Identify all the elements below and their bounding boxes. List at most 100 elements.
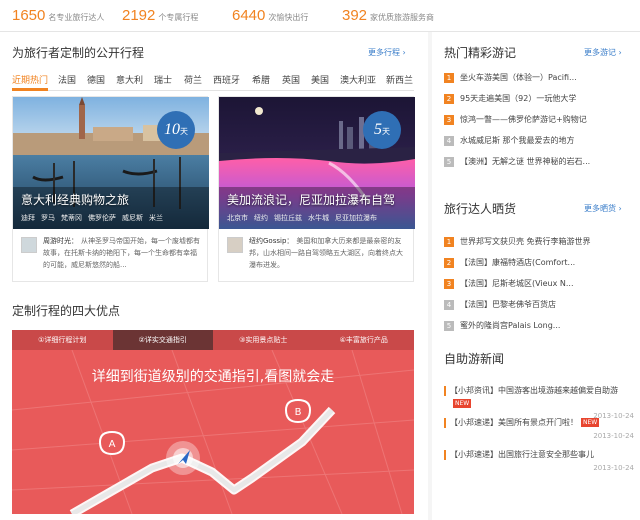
list-item[interactable]: 1 世界邦写文获贝壳 免费行李箱游世界 — [444, 236, 634, 250]
destination-tabs: 近期热门 法国 德国 意大利 瑞士 荷兰 西班牙 希腊 英国 美国 澳大利亚 新… — [12, 70, 414, 90]
marker-b-label: B — [295, 407, 302, 418]
tab-recent-hot[interactable]: 近期热门 — [12, 73, 48, 86]
news-headline: 【小邦速递】美国所有景点开门啦！ — [450, 418, 578, 427]
list-item-text: 蜜外的隆尚宫Palais Long... — [460, 321, 561, 330]
new-badge: NEW — [453, 399, 472, 408]
niagara-photo: 5天 美加流浪记，尼亚加拉瀑布自驾 北京市 纽约 锡拉丘兹 水牛城 尼亚加拉瀑布 — [219, 97, 415, 229]
more-trips-label: 更多行程 — [368, 48, 400, 57]
trip-card-usa[interactable]: 5天 美加流浪记，尼亚加拉瀑布自驾 北京市 纽约 锡拉丘兹 水牛城 尼亚加拉瀑布 纽约G… — [218, 96, 415, 282]
card-tags: 北京市 纽约 锡拉丘兹 水牛城 尼亚加拉瀑布 — [227, 213, 383, 223]
card-title: 意大利经典购物之旅 — [21, 193, 130, 207]
stat-experts: 1650 名专业旅行达人 — [12, 5, 104, 24]
author-name[interactable]: 周游时光： — [43, 237, 78, 245]
tab-france[interactable]: 法国 — [58, 73, 76, 86]
section-title-news: 自助游新闻 — [444, 352, 505, 366]
stat-number: 1650 — [12, 7, 46, 24]
main-column: 为旅行者定制的公开行程 更多行程 › 近期热门 法国 德国 意大利 瑞士 荷兰 … — [0, 32, 428, 520]
stat-number: 2192 — [122, 7, 156, 24]
advantage-tab-products[interactable]: ④丰富旅行产品 — [314, 330, 415, 350]
author-avatar[interactable] — [21, 237, 37, 253]
news-bullet — [444, 418, 446, 428]
rank-number: 4 — [444, 299, 454, 310]
days-number: 5 — [374, 121, 382, 138]
rank-number: 2 — [444, 93, 454, 104]
tab-new-zealand[interactable]: 新西兰 — [386, 73, 413, 86]
tab-uk[interactable]: 英国 — [282, 73, 300, 86]
tabs-divider — [12, 90, 414, 91]
rank-number: 2 — [444, 257, 454, 268]
advantage-tab-tips[interactable]: ③实用景点贴士 — [213, 330, 314, 350]
card-tag: 威尼斯 — [122, 214, 143, 222]
more-reviews-label: 更多游记 — [584, 48, 616, 57]
card-tag: 纽约 — [254, 214, 268, 222]
section-title-hot-reviews: 热门精彩游记 — [444, 46, 517, 60]
list-item[interactable]: 4 【法国】巴黎老佛爷百货店 — [444, 299, 634, 313]
trip-card-italy[interactable]: 10天 意大利经典购物之旅 迪拜 罗马 梵蒂冈 佛罗伦萨 威尼斯 米兰 周游时光： 从神圣罗… — [12, 96, 209, 282]
news-item[interactable]: 【小邦速递】出国旅行注意安全那些事儿 2013-10-24 — [444, 448, 634, 488]
card-title: 美加流浪记，尼亚加拉瀑布自驾 — [227, 193, 396, 207]
news-headline: 【小邦资讯】中国游客出境游越来越偏爱自助游 — [450, 386, 618, 395]
list-item[interactable]: 3 惊鸿一瞥——佛罗伦萨游记+购物记 — [444, 114, 634, 128]
card-tag: 北京市 — [227, 214, 248, 222]
list-item-text: 【法国】巴黎老佛爷百货店 — [460, 300, 556, 309]
list-item[interactable]: 5 蜜外的隆尚宫Palais Long... — [444, 320, 634, 334]
rank-number: 5 — [444, 320, 454, 331]
card-tag: 罗马 — [41, 214, 55, 222]
news-bullet — [444, 386, 446, 396]
news-text: 【小邦资讯】中国游客出境游越来越偏爱自助游 NEW — [450, 384, 634, 410]
author-avatar[interactable] — [227, 237, 243, 253]
stats-bar: 1650 名专业旅行达人 2192 个专属行程 6440 次愉快出行 392 家优质旅游… — [0, 0, 640, 32]
tab-australia[interactable]: 澳大利亚 — [340, 73, 376, 86]
list-item[interactable]: 1 坐火车游美国（体验一）Pacifi... — [444, 72, 634, 86]
more-talents-link[interactable]: 更多晒货 › — [584, 203, 622, 214]
card-tag: 米兰 — [149, 214, 163, 222]
list-item[interactable]: 2 【法国】康福特酒店(Comfort... — [444, 257, 634, 271]
rank-number: 1 — [444, 72, 454, 83]
more-talents-label: 更多晒货 — [584, 204, 616, 213]
sidebar: 热门精彩游记 更多游记 › 1 坐火车游美国（体验一）Pacifi... 2 95天… — [432, 32, 640, 520]
card-tag: 尼亚加拉瀑布 — [335, 214, 377, 222]
days-number: 10 — [164, 121, 180, 138]
stat-label: 名专业旅行达人 — [48, 13, 105, 22]
card-tag: 锡拉丘兹 — [274, 214, 302, 222]
tab-greece[interactable]: 希腊 — [252, 73, 270, 86]
rank-number: 1 — [444, 236, 454, 247]
list-item-text: 【法国】康福特酒店(Comfort... — [460, 258, 576, 267]
news-text: 【小邦速递】美国所有景点开门啦！ NEW — [450, 416, 634, 429]
tab-spain[interactable]: 西班牙 — [213, 73, 240, 86]
list-item[interactable]: 3 【法国】尼斯老城区(Vieux N... — [444, 278, 634, 292]
tab-netherlands[interactable]: 荷兰 — [184, 73, 202, 86]
venice-photo: 10天 意大利经典购物之旅 迪拜 罗马 梵蒂冈 佛罗伦萨 威尼斯 米兰 — [13, 97, 209, 229]
tab-italy[interactable]: 意大利 — [116, 73, 143, 86]
list-item[interactable]: 2 95天走遍美国（92）一玩他大学 — [444, 93, 634, 107]
rank-number: 4 — [444, 135, 454, 146]
card-description: 周游时光： 从神圣罗马帝国开始，每一个废墟都有故事，在托斯卡纳的艳阳下，每一个生命… — [43, 235, 203, 271]
stat-itineraries: 2192 个专属行程 — [122, 5, 198, 24]
list-item-text: 世界邦写文获贝壳 免费行李箱游世界 — [460, 237, 591, 246]
stat-trips: 6440 次愉快出行 — [232, 5, 308, 24]
rank-number: 3 — [444, 114, 454, 125]
stat-label: 家优质旅游服务商 — [370, 13, 435, 22]
list-item[interactable]: 4 水城威尼斯 那个我最爱去的地方 — [444, 135, 634, 149]
days-unit: 天 — [180, 127, 188, 136]
news-headline: 【小邦速递】出国旅行注意安全那些事儿 — [450, 450, 594, 459]
card-tag: 梵蒂冈 — [61, 214, 82, 222]
marker-b: B — [284, 398, 312, 424]
tab-germany[interactable]: 德国 — [87, 73, 105, 86]
days-badge: 10天 — [157, 111, 195, 149]
advantage-tab-itinerary[interactable]: ①详细行程计划 — [12, 330, 113, 350]
tab-usa[interactable]: 美国 — [311, 73, 329, 86]
section-title-custom-trips: 为旅行者定制的公开行程 — [12, 46, 145, 60]
author-name[interactable]: 纽约Gossip： — [249, 237, 293, 245]
days-badge: 5天 — [363, 111, 401, 149]
more-trips-link[interactable]: 更多行程 › — [368, 47, 406, 58]
stat-providers: 392 家优质旅游服务商 — [342, 5, 434, 24]
stat-number: 6440 — [232, 7, 266, 24]
list-item-text: 惊鸿一瞥——佛罗伦萨游记+购物记 — [460, 115, 587, 124]
news-date: 2013-10-24 — [593, 464, 634, 472]
days-unit: 天 — [382, 127, 390, 136]
list-item[interactable]: 5 【澳洲】无解之谜 世界神秘的岩石... — [444, 156, 634, 170]
tab-switzerland[interactable]: 瑞士 — [154, 73, 172, 86]
advantage-tab-transport[interactable]: ②详实交通指引 — [112, 330, 213, 350]
more-reviews-link[interactable]: 更多游记 › — [584, 47, 622, 58]
